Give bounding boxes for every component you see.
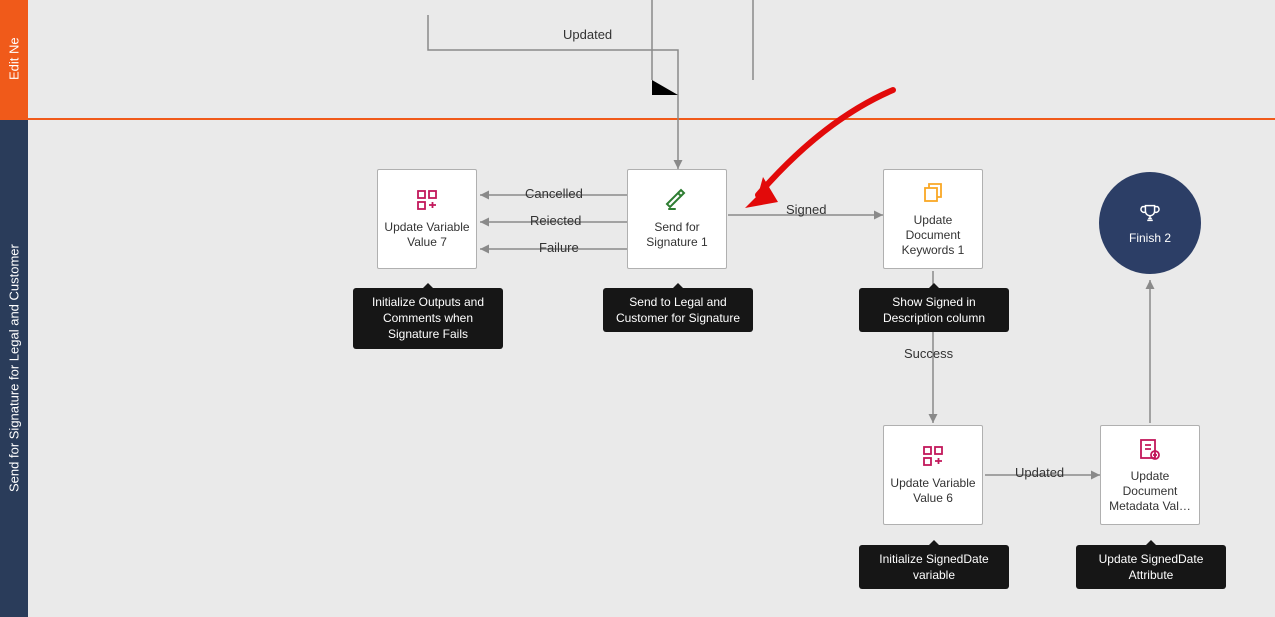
variable-icon <box>415 188 439 216</box>
node-label: Finish 2 <box>1129 231 1171 245</box>
node-label: Update Variable Value 7 <box>384 220 470 250</box>
variable-icon <box>921 444 945 472</box>
node-send-for-signature[interactable]: Send for Signature 1 <box>627 169 727 269</box>
edge-label-success: Success <box>904 346 953 361</box>
tooltip-update-variable-7: Initialize Outputs and Comments when Sig… <box>353 288 503 349</box>
edge-label-rejected: Reiected <box>530 213 581 228</box>
edge-label-updated-top: Updated <box>563 27 612 42</box>
copy-icon <box>921 181 945 209</box>
side-tab-send-signature[interactable]: Send for Signature for Legal and Custome… <box>0 120 28 617</box>
annotation-arrow <box>723 80 903 220</box>
trophy-icon <box>1139 202 1161 227</box>
tooltip-update-variable-6: Initialize SignedDate variable <box>859 545 1009 589</box>
side-tab-edit[interactable]: Edit Ne <box>0 0 28 118</box>
edge-label-cancelled: Cancelled <box>525 186 583 201</box>
edge-label-updated-lower: Updated <box>1015 465 1064 480</box>
node-label: Update Document Metadata Val… <box>1107 469 1193 514</box>
signature-icon <box>665 188 689 216</box>
edge-label-signed: Signed <box>786 202 826 217</box>
node-label: Send for Signature 1 <box>634 220 720 250</box>
edge-label-failure: Failure <box>539 240 579 255</box>
metadata-icon <box>1138 437 1162 465</box>
node-label: Update Document Keywords 1 <box>890 213 976 258</box>
tooltip-update-metadata: Update SignedDate Attribute <box>1076 545 1226 589</box>
node-update-metadata[interactable]: Update Document Metadata Val… <box>1100 425 1200 525</box>
node-update-variable-6[interactable]: Update Variable Value 6 <box>883 425 983 525</box>
node-finish[interactable]: Finish 2 <box>1099 172 1201 274</box>
workflow-canvas[interactable]: Updated Cancelled Reiected Failure Signe… <box>28 0 1275 617</box>
tab-label: Send for Signature for Legal and Custome… <box>7 245 22 493</box>
node-update-keywords[interactable]: Update Document Keywords 1 <box>883 169 983 269</box>
tab-label: Edit Ne <box>7 38 22 81</box>
tooltip-update-keywords: Show Signed in Description column <box>859 288 1009 332</box>
node-label: Update Variable Value 6 <box>890 476 976 506</box>
node-update-variable-7[interactable]: Update Variable Value 7 <box>377 169 477 269</box>
tooltip-send-for-signature: Send to Legal and Customer for Signature <box>603 288 753 332</box>
